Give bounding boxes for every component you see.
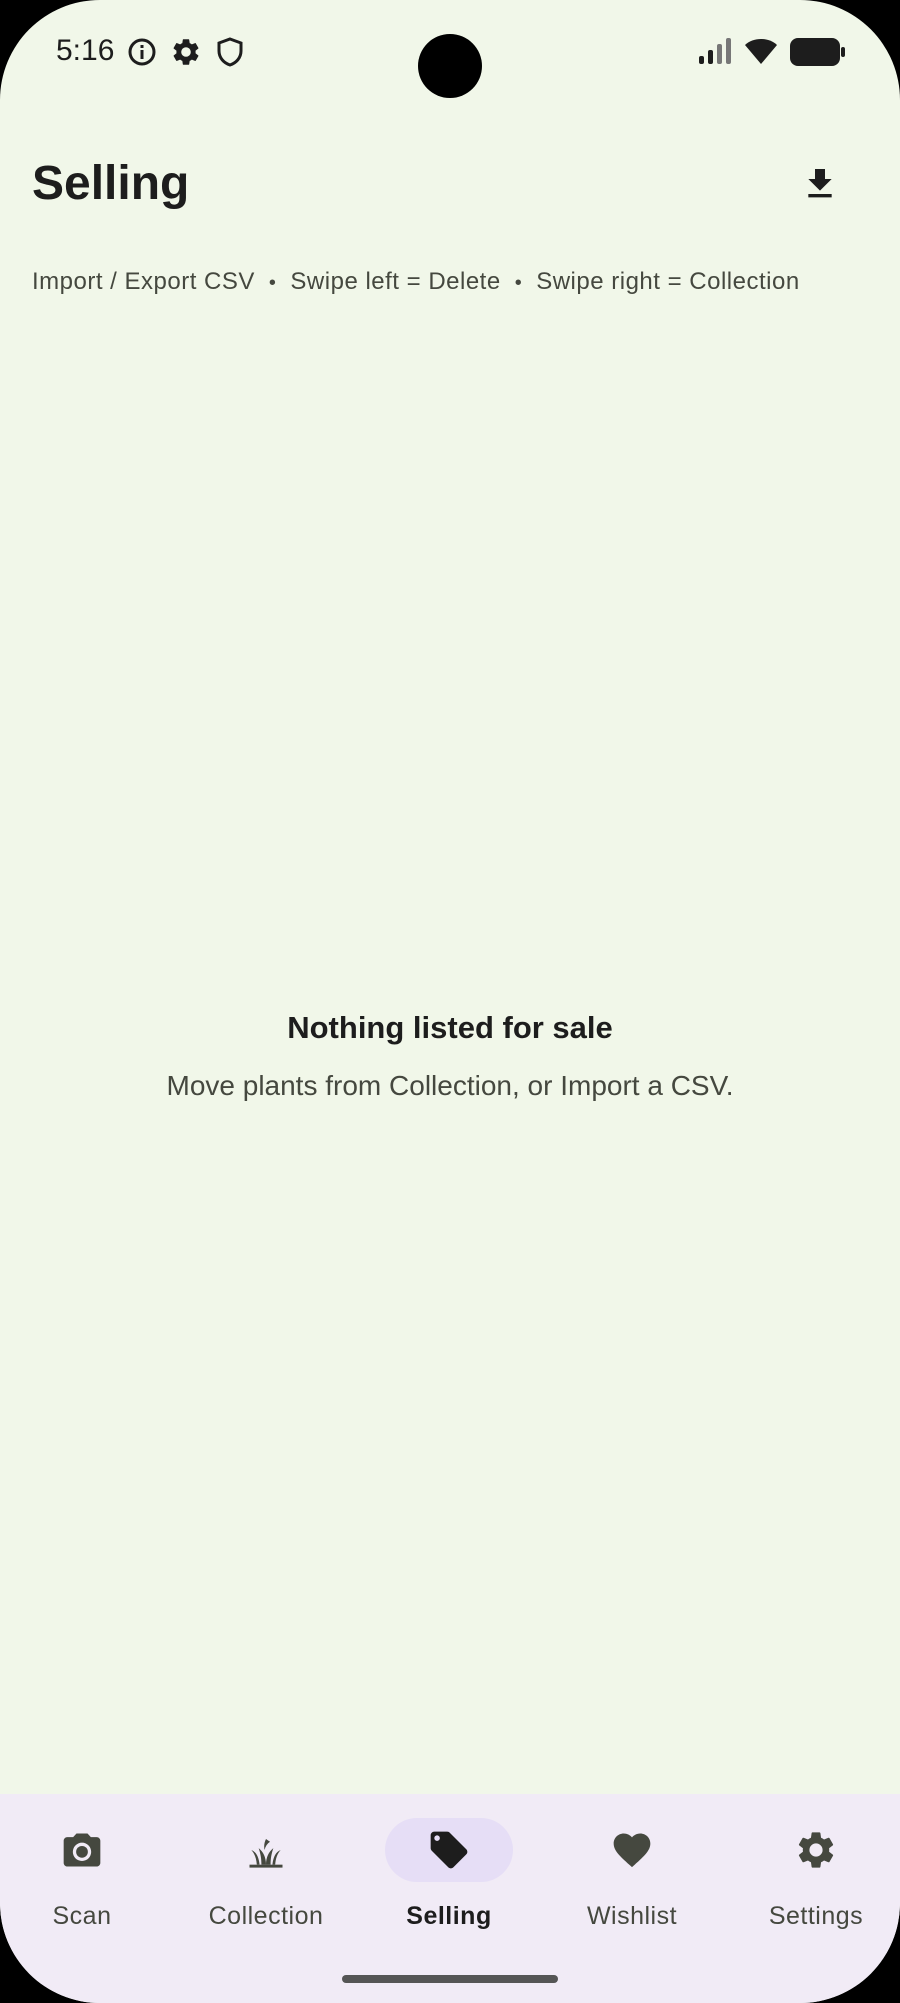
gear-icon	[752, 1818, 880, 1882]
wifi-icon	[744, 36, 778, 71]
hint-separator: •	[268, 272, 277, 294]
hint-swipe-left: Swipe left = Delete	[290, 268, 501, 295]
page-title: Selling	[32, 157, 190, 210]
info-icon	[126, 36, 158, 68]
nav-item-settings[interactable]: Settings	[726, 1794, 900, 1954]
status-bar: 5:16	[0, 0, 900, 100]
nav-label-scan: Scan	[52, 1902, 112, 1930]
download-button[interactable]	[796, 160, 844, 208]
tag-icon	[385, 1818, 513, 1882]
status-time: 5:16	[56, 34, 115, 67]
bottom-navigation: Scan Collection Selling Wishlist Setting…	[0, 1794, 900, 2003]
camera-icon	[18, 1818, 146, 1882]
hint-import-export: Import / Export CSV	[32, 268, 255, 295]
settings-gear-icon	[170, 36, 202, 68]
nav-label-selling: Selling	[406, 1902, 492, 1930]
app-screen: 5:16 Selling Import / Export CSV • Swipe l…	[0, 0, 900, 2003]
front-camera	[418, 34, 482, 98]
nav-label-settings: Settings	[768, 1902, 864, 1930]
shield-icon	[214, 36, 246, 68]
empty-state-subtitle: Move plants from Collection, or Import a…	[166, 1070, 734, 1101]
hint-swipe-right: Swipe right = Collection	[536, 268, 800, 295]
hint-row: Import / Export CSV • Swipe left = Delete •…	[32, 268, 800, 296]
empty-state-title: Nothing listed for sale	[287, 1010, 613, 1045]
nav-label-wishlist: Wishlist	[586, 1902, 678, 1930]
heart-icon	[568, 1818, 696, 1882]
nav-item-selling[interactable]: Selling	[359, 1794, 539, 1954]
battery-icon	[790, 38, 846, 71]
nav-item-collection[interactable]: Collection	[176, 1794, 356, 1954]
hint-separator: •	[514, 272, 523, 294]
home-indicator[interactable]	[342, 1975, 558, 1983]
nav-item-scan[interactable]: Scan	[0, 1794, 172, 1954]
nav-item-wishlist[interactable]: Wishlist	[542, 1794, 722, 1954]
download-icon	[808, 169, 832, 198]
nav-label-collection: Collection	[208, 1902, 324, 1930]
plant-icon	[202, 1818, 330, 1882]
signal-icon	[698, 36, 734, 71]
